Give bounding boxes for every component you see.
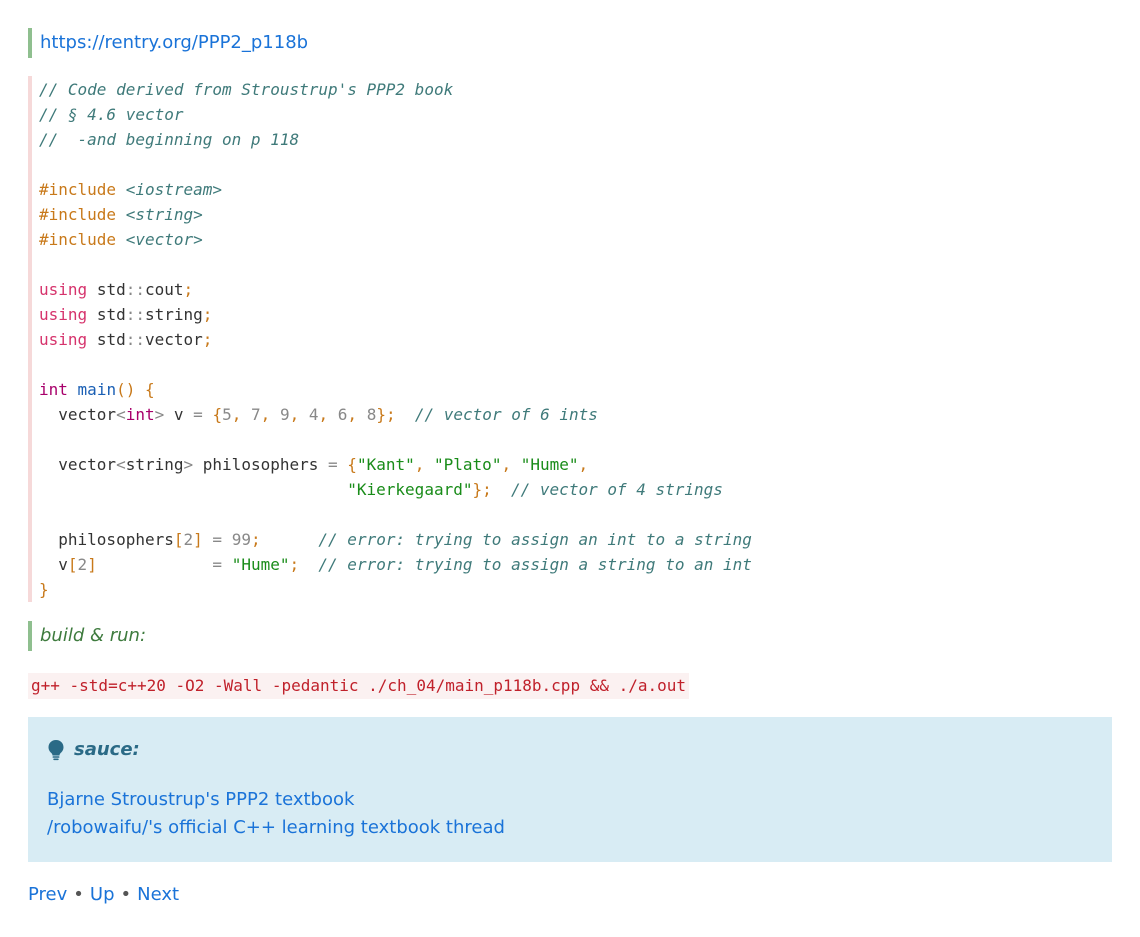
admonition-title-text: sauce: — [74, 739, 140, 760]
url-blockquote: https://rentry.org/PPP2_p118b — [28, 28, 308, 58]
identifier: string — [144, 305, 203, 324]
sauce-admonition: sauce: Bjarne Stroustrup's PPP2 textbook… — [28, 717, 1112, 862]
identifier: std — [96, 280, 126, 299]
up-link[interactable]: Up — [90, 884, 115, 905]
header-name: <iostream> — [125, 180, 223, 199]
number-literal: 2 — [183, 530, 194, 549]
string-literal: "Kierkegaard" — [347, 480, 473, 499]
build-command: g++ -std=c++20 -O2 -Wall -pedantic ./ch_… — [28, 673, 690, 699]
type-keyword: int — [125, 405, 155, 424]
number-literal: 5 — [222, 405, 232, 424]
keyword: using — [39, 330, 88, 349]
identifier: vector — [58, 455, 117, 474]
identifier: v — [173, 405, 184, 424]
preprocessor-directive: #include — [39, 180, 117, 199]
preprocessor-directive: #include — [39, 205, 117, 224]
identifier: philosophers — [58, 530, 174, 549]
string-literal: "Hume" — [231, 555, 290, 574]
prev-link[interactable]: Prev — [28, 884, 67, 905]
code-comment: // Code derived from Stroustrup's PPP2 b… — [39, 80, 454, 99]
header-name: <string> — [125, 205, 203, 224]
identifier: std — [96, 330, 126, 349]
admonition-title: sauce: — [47, 737, 140, 763]
code-comment: // error: trying to assign an int to a s… — [318, 530, 752, 549]
textbook-thread-link[interactable]: /robowaifu/'s official C++ learning text… — [47, 814, 505, 842]
ppp2-textbook-link[interactable]: Bjarne Stroustrup's PPP2 textbook — [47, 786, 354, 814]
lightbulb-icon — [48, 740, 64, 761]
code-comment: // § 4.6 vector — [39, 105, 184, 124]
page-navigation: Prev • Up • Next — [28, 881, 179, 909]
identifier: vector — [58, 405, 117, 424]
code-comment: // error: trying to assign a string to a… — [318, 555, 752, 574]
nav-separator: • — [73, 884, 84, 905]
nav-separator: • — [120, 884, 132, 905]
preprocessor-directive: #include — [39, 230, 117, 249]
code-block: // Code derived from Stroustrup's PPP2 b… — [28, 76, 1116, 602]
type-keyword: int — [39, 380, 68, 399]
number-literal: 7 — [251, 405, 261, 424]
identifier: string — [125, 455, 184, 474]
code-comment: // vector of 4 strings — [511, 480, 723, 499]
identifier: philosophers — [202, 455, 319, 474]
identifier: std — [96, 305, 126, 324]
string-literal: "Kant" — [356, 455, 415, 474]
identifier: cout — [144, 280, 184, 299]
identifier: v — [58, 555, 68, 574]
keyword: using — [39, 305, 88, 324]
number-literal: 8 — [366, 405, 377, 424]
code-comment: // -and beginning on p 118 — [39, 130, 300, 149]
header-name: <vector> — [125, 230, 203, 249]
function-name: main — [77, 380, 117, 399]
string-literal: "Plato" — [434, 455, 502, 474]
number-literal: 99 — [231, 530, 251, 549]
number-literal: 9 — [279, 405, 290, 424]
code-comment: // vector of 6 ints — [414, 405, 598, 424]
number-literal: 2 — [77, 555, 88, 574]
keyword: using — [39, 280, 88, 299]
number-literal: 4 — [308, 405, 319, 424]
identifier: vector — [144, 330, 203, 349]
rentry-url-link[interactable]: https://rentry.org/PPP2_p118b — [40, 32, 308, 53]
string-literal: "Hume" — [520, 455, 579, 474]
build-run-blockquote: build & run: — [28, 621, 146, 651]
build-run-label: build & run: — [40, 625, 147, 646]
code-text: // Code derived from Stroustrup's PPP2 b… — [39, 80, 752, 599]
next-link[interactable]: Next — [137, 884, 179, 905]
number-literal: 6 — [337, 405, 348, 424]
